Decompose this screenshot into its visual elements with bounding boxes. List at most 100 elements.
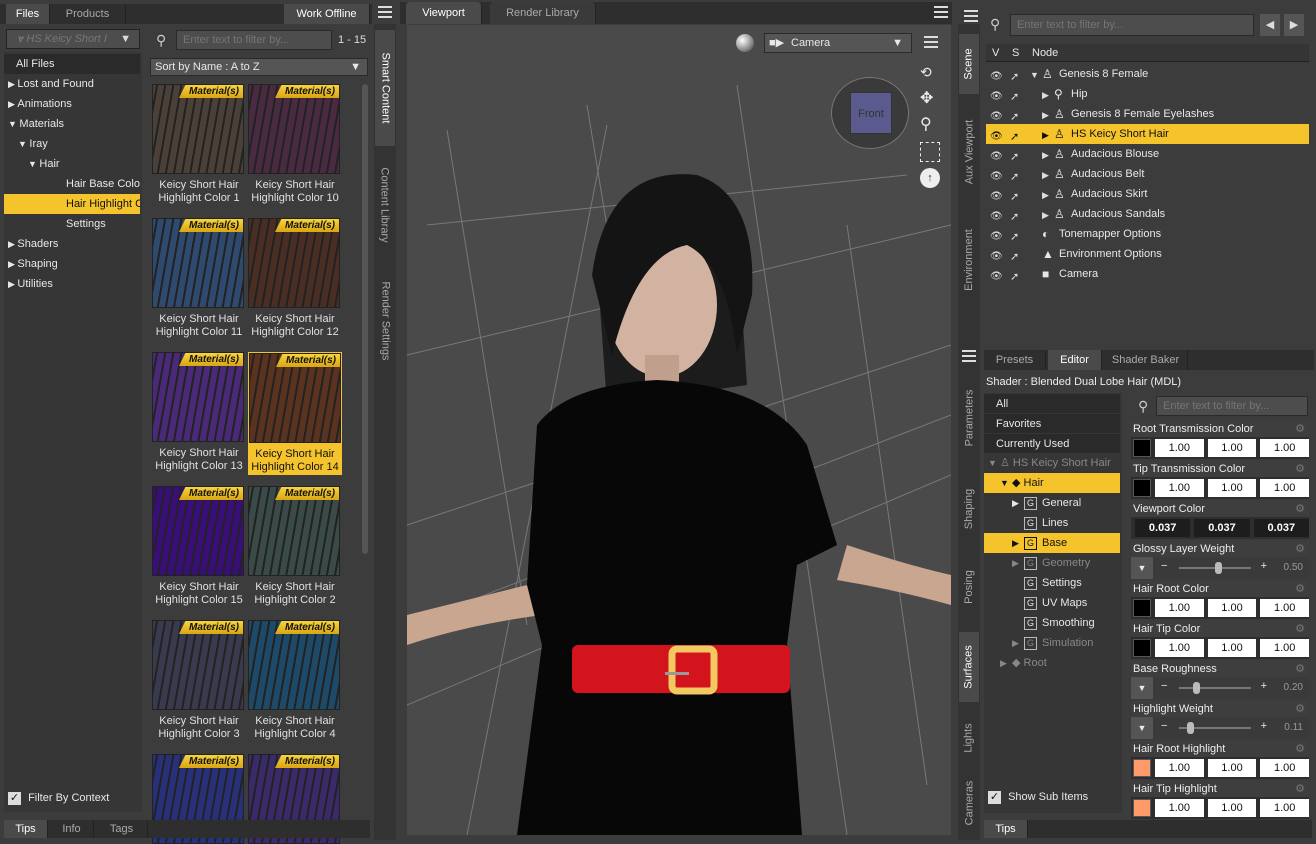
surface-tree-item[interactable]: ▶ G Base xyxy=(984,533,1120,553)
sort-dropdown[interactable]: Sort by Name : A to Z ▼ xyxy=(150,58,368,76)
col-selectable[interactable]: S xyxy=(1012,44,1019,62)
material-thumbnail[interactable]: Material(s) Keicy Short Hair Highlight Col… xyxy=(248,352,342,475)
color-channel-field[interactable]: 1.00 xyxy=(1207,639,1257,657)
slider-value[interactable]: 0.50 xyxy=(1284,562,1303,573)
surface-tree-item[interactable]: ▶ ◆ Root xyxy=(984,653,1120,673)
material-thumbnail[interactable]: Material(s) Keicy Short Hair Highlight Col… xyxy=(152,620,246,741)
material-thumbnail[interactable]: Material(s) Keicy Short Hair Highlight Col… xyxy=(248,218,342,339)
caret-down-icon[interactable]: ▼ xyxy=(28,159,39,169)
plus-icon[interactable]: + xyxy=(1261,560,1267,572)
caret-right-icon[interactable]: ▶ xyxy=(1042,165,1049,185)
caret-right-icon[interactable]: ▶ xyxy=(1012,533,1024,553)
minus-icon[interactable]: − xyxy=(1161,680,1167,692)
draw-style-icon[interactable] xyxy=(736,34,754,52)
caret-right-icon[interactable]: ▶ xyxy=(1042,145,1049,165)
tab-viewport[interactable]: Viewport xyxy=(406,2,482,24)
material-thumbnail[interactable]: Material(s) Keicy Short Hair Highlight Col… xyxy=(152,486,246,607)
tab-info[interactable]: Info xyxy=(50,820,94,838)
property-slider[interactable]: − +0.50 xyxy=(1153,557,1309,579)
gear-icon[interactable]: ⚙ xyxy=(1295,581,1305,597)
color-channel-field[interactable]: 1.00 xyxy=(1260,639,1310,657)
gear-icon[interactable]: ⚙ xyxy=(1295,701,1305,717)
tab-parameters[interactable]: Parameters xyxy=(959,370,979,466)
zoom-icon[interactable]: ⚲ xyxy=(920,114,940,134)
property-slider[interactable]: − +0.20 xyxy=(1153,677,1309,699)
left-panel-menu-icon[interactable] xyxy=(378,6,392,18)
tree-item[interactable]: ▶ Lost and Found xyxy=(4,74,140,94)
thumbnail-scrollbar[interactable] xyxy=(362,84,368,554)
surface-tree-item[interactable]: ▶ G General xyxy=(984,493,1120,513)
minus-icon[interactable]: − xyxy=(1161,560,1167,572)
gear-icon[interactable]: ⚙ xyxy=(1295,541,1305,557)
tree-item[interactable]: Hair Highlight C... xyxy=(4,194,140,214)
cube-front-face[interactable]: Front xyxy=(850,92,892,134)
tree-item[interactable]: ▼ Hair xyxy=(4,154,140,174)
reset-view-icon[interactable]: ↑ xyxy=(920,168,940,188)
surface-tree-item[interactable]: ▶ G Simulation xyxy=(984,633,1120,653)
tab-presets[interactable]: Presets xyxy=(984,350,1046,370)
scene-node[interactable]: 👁 ➚ ▶ ♙ Genesis 8 Female Eyelashes xyxy=(986,104,1309,124)
surface-tree-item[interactable]: G Smoothing xyxy=(984,613,1120,633)
tab-products[interactable]: Products xyxy=(50,4,126,24)
caret-right-icon[interactable]: ▶ xyxy=(8,259,17,269)
color-channel-field[interactable]: 0.037 xyxy=(1253,519,1309,537)
tab-editor[interactable]: Editor xyxy=(1048,350,1102,370)
slider-value[interactable]: 0.20 xyxy=(1284,682,1303,693)
tree-item[interactable]: ▶ Shaders xyxy=(4,234,140,254)
color-swatch[interactable] xyxy=(1133,639,1151,657)
material-thumbnail[interactable]: Material(s) Keicy Short Hair Highlight Col… xyxy=(152,218,246,339)
tab-tips[interactable]: Tips xyxy=(984,820,1028,838)
eye-icon[interactable]: 👁 xyxy=(990,267,1003,287)
material-thumbnail[interactable]: Material(s) Keicy Short Hair Highlight Col… xyxy=(248,84,342,205)
color-channel-field[interactable]: 1.00 xyxy=(1155,599,1204,617)
caret-down-icon[interactable]: ▼ xyxy=(988,453,1000,473)
color-channel-field[interactable]: 1.00 xyxy=(1155,759,1204,777)
viewport-canvas[interactable]: Front xyxy=(407,25,951,835)
gear-icon[interactable]: ⚙ xyxy=(1295,661,1305,677)
frame-icon[interactable] xyxy=(920,142,940,162)
gear-icon[interactable]: ⚙ xyxy=(1295,461,1305,477)
surface-tree-item[interactable]: ▼ ♙ HS Keicy Short Hair xyxy=(984,453,1120,473)
slider-value[interactable]: 0.11 xyxy=(1284,722,1303,733)
scene-node[interactable]: 👁 ➚ ■ Camera xyxy=(986,264,1309,284)
color-swatch[interactable] xyxy=(1133,479,1151,497)
tab-shader-baker[interactable]: Shader Baker xyxy=(1104,350,1188,370)
gear-icon[interactable]: ⚙ xyxy=(1295,421,1305,437)
camera-dropdown[interactable]: ■▶ Camera ▼ xyxy=(764,33,912,53)
tab-render-library[interactable]: Render Library xyxy=(490,2,596,24)
tree-item[interactable]: Settings xyxy=(4,214,140,234)
scene-node[interactable]: 👁 ➚ ▶ ♙ Audacious Skirt xyxy=(986,184,1309,204)
map-dropdown[interactable]: ▼ xyxy=(1131,557,1153,579)
scene-node[interactable]: 👁 ➚ ▶ ♙ Audacious Blouse xyxy=(986,144,1309,164)
surface-tree-item[interactable]: G Settings xyxy=(984,573,1120,593)
color-channel-field[interactable]: 1.00 xyxy=(1260,599,1310,617)
scene-search-input[interactable] xyxy=(1010,14,1254,36)
tree-item[interactable]: ▶ Shaping xyxy=(4,254,140,274)
tree-item[interactable]: Hair Base Colors xyxy=(4,174,140,194)
caret-right-icon[interactable]: ▶ xyxy=(1042,85,1049,105)
tab-scene[interactable]: Scene xyxy=(959,34,979,94)
content-search-input[interactable] xyxy=(176,30,332,50)
slider-knob[interactable] xyxy=(1186,722,1194,734)
tab-surfaces[interactable]: Surfaces xyxy=(959,632,979,702)
viewport-cube[interactable]: Front xyxy=(831,77,909,149)
caret-down-icon[interactable]: ▼ xyxy=(8,119,19,129)
plus-icon[interactable]: + xyxy=(1261,720,1267,732)
material-thumbnail[interactable]: Material(s) Keicy Short Hair Highlight Col… xyxy=(248,620,342,741)
tab-shaping[interactable]: Shaping xyxy=(959,474,979,544)
scene-node[interactable]: 👁 ➚ ▶ ♙ HS Keicy Short Hair xyxy=(986,124,1309,144)
caret-right-icon[interactable]: ▶ xyxy=(1042,105,1049,125)
caret-down-icon[interactable]: ▼ xyxy=(1000,473,1012,493)
surface-tree-item[interactable]: G Lines xyxy=(984,513,1120,533)
caret-right-icon[interactable]: ▶ xyxy=(8,99,17,109)
caret-right-icon[interactable]: ▶ xyxy=(8,279,17,289)
color-channel-field[interactable]: 1.00 xyxy=(1155,639,1204,657)
tree-item[interactable]: ▶ Animations xyxy=(4,94,140,114)
scene-node[interactable]: 👁 ➚ ▶ ♙ Audacious Belt xyxy=(986,164,1309,184)
gear-icon[interactable]: ⚙ xyxy=(1295,781,1305,797)
color-channel-field[interactable]: 0.037 xyxy=(1135,519,1191,537)
color-channel-field[interactable]: 1.00 xyxy=(1155,479,1204,497)
tab-posing[interactable]: Posing xyxy=(959,552,979,622)
tab-environment[interactable]: Environment xyxy=(959,212,979,308)
surface-filter-item[interactable]: Currently Used xyxy=(984,434,1120,454)
